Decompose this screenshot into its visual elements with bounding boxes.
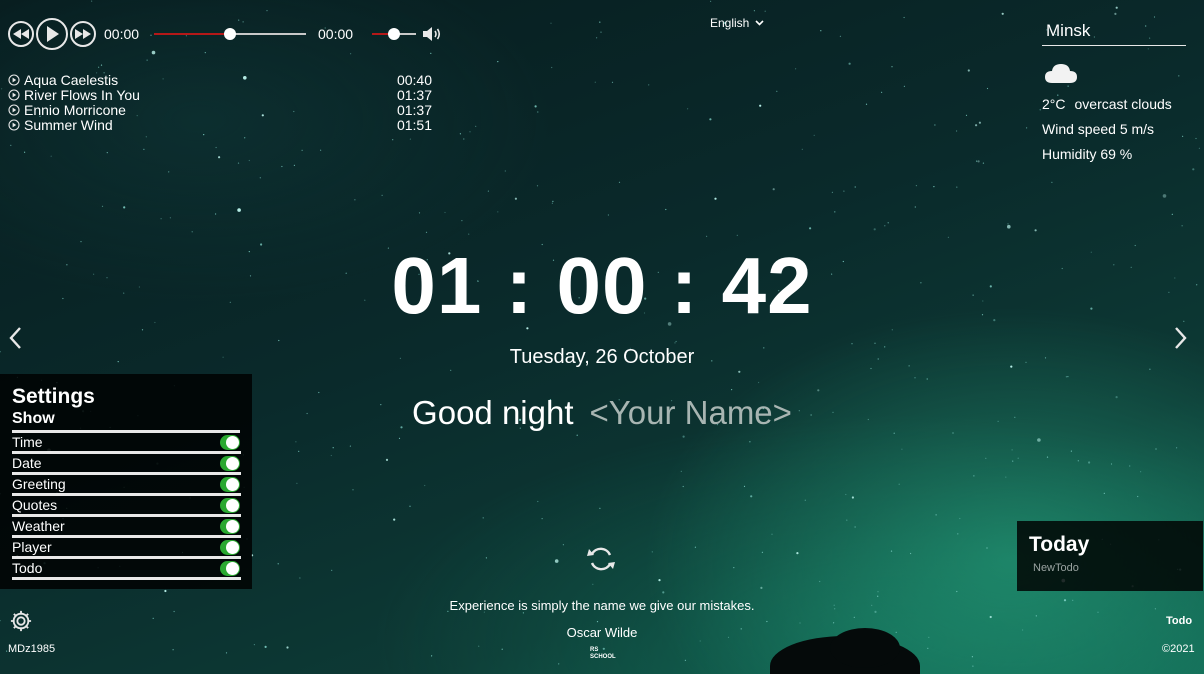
rewind-icon [13, 29, 29, 39]
todo-button[interactable]: Todo [1166, 615, 1192, 627]
volume-handle[interactable] [388, 28, 400, 40]
audio-player: 00:00 00:00 Aqua Caelestis 00:40 River Flo… [8, 18, 448, 133]
quote-text: Experience is simply the name we give ou… [449, 598, 755, 613]
date-display: Tuesday, 26 October [509, 346, 695, 368]
setting-row-todo: Todo [12, 559, 241, 580]
track-title: Aqua Caelestis [24, 71, 119, 88]
player-controls: 00:00 00:00 [8, 18, 448, 50]
setting-label: Time [12, 434, 43, 450]
volume-slider[interactable] [372, 28, 416, 40]
weather-description: overcast clouds [1074, 95, 1172, 112]
weather-widget: Minsk 2°C overcast clouds Wind speed 5 m… [1042, 20, 1186, 166]
fast-forward-icon [75, 29, 91, 39]
name-input[interactable]: <Your Name> [590, 394, 792, 432]
play-button[interactable] [36, 18, 68, 50]
playlist: Aqua Caelestis 00:40 River Flows In You 01:… [8, 71, 432, 133]
prev-track-button[interactable] [8, 21, 34, 47]
cloud-icon [1044, 62, 1186, 86]
setting-toggle[interactable] [220, 518, 240, 534]
playlist-item[interactable]: River Flows In You 01:37 [8, 86, 432, 103]
play-circle-icon [8, 118, 20, 131]
setting-row-weather: Weather [12, 517, 241, 538]
weather-temp-row: 2°C overcast clouds [1042, 91, 1186, 116]
change-quote-button[interactable] [586, 544, 616, 579]
setting-toggle[interactable] [220, 560, 240, 576]
setting-label: Player [12, 539, 52, 555]
setting-row-player: Player [12, 538, 241, 559]
author-link[interactable]: MDz1985 [8, 643, 55, 655]
todo-title: Today [1029, 533, 1090, 556]
setting-toggle[interactable] [220, 434, 240, 450]
setting-toggle[interactable] [220, 455, 240, 471]
play-circle-icon [8, 73, 20, 86]
track-title: River Flows In You [24, 86, 140, 103]
settings-list: Time Date Greeting Quotes Weather Player Todo [12, 433, 241, 580]
new-todo-input[interactable]: NewTodo [1033, 562, 1191, 574]
copyright: ©2021 [1162, 643, 1195, 655]
playlist-item[interactable]: Ennio Morricone 01:37 [8, 101, 432, 118]
humidity: Humidity 69 % [1042, 145, 1133, 162]
temperature: 2°C [1042, 95, 1066, 112]
chevron-down-icon [755, 20, 764, 26]
refresh-icon [587, 547, 615, 571]
city-input[interactable]: Minsk [1042, 20, 1186, 46]
setting-toggle[interactable] [220, 539, 240, 555]
setting-row-date: Date [12, 454, 241, 475]
track-title: Summer Wind [24, 116, 113, 133]
mute-button[interactable] [422, 26, 442, 42]
setting-label: Weather [12, 518, 65, 534]
settings-panel: Settings Show Time Date Greeting Quotes Weat… [0, 374, 252, 589]
clock-time: 01 : 00 : 42 [391, 241, 813, 330]
language-selected: English [710, 16, 750, 30]
speaker-icon [423, 27, 441, 41]
track-duration: 00:00 [318, 26, 354, 42]
quote-author: Oscar Wilde [566, 625, 638, 640]
settings-section-show: Show [12, 408, 240, 433]
setting-row-quotes: Quotes [12, 496, 241, 517]
playlist-item[interactable]: Summer Wind 01:51 [8, 116, 432, 133]
track-duration: 01:37 [396, 86, 432, 103]
track-duration: 01:37 [396, 101, 432, 118]
progress-fill [154, 33, 230, 35]
track-title: Ennio Morricone [24, 101, 126, 118]
setting-label: Date [12, 455, 42, 471]
setting-toggle[interactable] [220, 476, 240, 492]
setting-label: Greeting [12, 476, 66, 492]
todo-panel: Today NewTodo [1017, 521, 1203, 591]
playlist-item[interactable]: Aqua Caelestis 00:40 [8, 71, 432, 88]
next-track-button[interactable] [70, 21, 96, 47]
greeting-text: Good night [412, 394, 574, 431]
track-duration: 00:40 [396, 71, 432, 88]
rs-school-logo-text: RS SCHOOL [590, 647, 616, 660]
setting-row-greeting: Greeting [12, 475, 241, 496]
wind-speed: Wind speed 5 m/s [1042, 120, 1155, 137]
setting-row-time: Time [12, 433, 241, 454]
progress-bar[interactable] [154, 28, 306, 40]
play-circle-icon [8, 88, 20, 101]
play-icon [47, 26, 59, 42]
current-time: 00:00 [104, 26, 140, 42]
track-duration: 01:51 [396, 116, 432, 133]
setting-toggle[interactable] [220, 497, 240, 513]
setting-label: Todo [12, 560, 43, 576]
setting-label: Quotes [12, 497, 58, 513]
language-select[interactable]: English [710, 16, 764, 30]
play-circle-icon [8, 103, 20, 116]
rs-school-logo[interactable]: RS SCHOOL [590, 643, 624, 660]
settings-title: Settings [12, 385, 95, 408]
progress-handle[interactable] [224, 28, 236, 40]
